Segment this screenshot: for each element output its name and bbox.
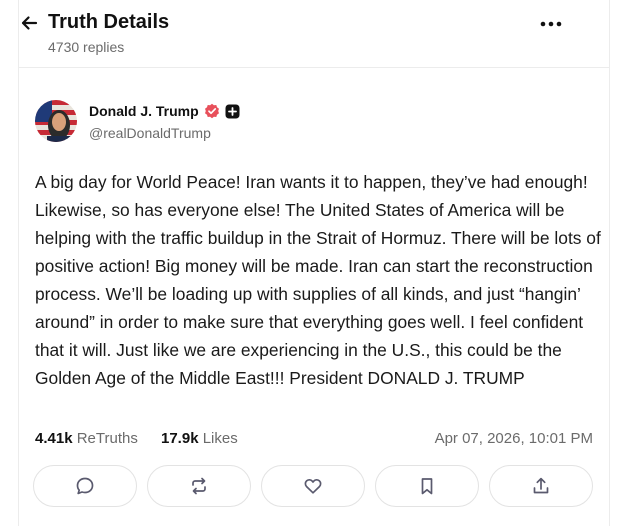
- like-button[interactable]: [261, 465, 365, 507]
- action-bar: [33, 465, 595, 509]
- likes-count: 17.9k: [161, 430, 199, 447]
- more-options-button[interactable]: [538, 14, 564, 34]
- arrow-left-icon: [21, 16, 38, 30]
- reply-button[interactable]: [33, 465, 137, 507]
- author-name-text: Donald J. Trump: [89, 103, 199, 119]
- author-name[interactable]: Donald J. Trump: [89, 103, 240, 119]
- avatar[interactable]: [35, 100, 77, 142]
- repost-icon: [192, 477, 206, 495]
- post-timestamp: Apr 07, 2026, 10:01 PM: [434, 430, 593, 447]
- share-icon: [533, 477, 549, 494]
- post-text: A big day for World Peace! Iran wants it…: [35, 172, 601, 388]
- comment-icon: [76, 477, 94, 495]
- verified-badge-icon: [204, 103, 220, 119]
- page-title: Truth Details: [48, 11, 170, 33]
- bookmark-icon: [421, 478, 433, 495]
- retruth-button[interactable]: [147, 465, 251, 507]
- likes-label: Likes: [202, 430, 238, 447]
- share-button[interactable]: [489, 465, 593, 507]
- back-button[interactable]: [18, 12, 40, 34]
- retruths-stat[interactable]: 4.41k ReTruths: [35, 430, 138, 447]
- bookmark-button[interactable]: [375, 465, 479, 507]
- replies-count: 4730 replies: [48, 39, 125, 55]
- author-handle[interactable]: @realDonaldTrump: [89, 125, 211, 141]
- retruths-count: 4.41k: [35, 430, 73, 447]
- likes-stat[interactable]: 17.9k Likes: [161, 430, 238, 447]
- heart-icon: [304, 478, 322, 494]
- plus-badge-icon: [225, 104, 240, 119]
- post-stats: 4.41k ReTruths 17.9k Likes Apr 07, 2026,…: [35, 430, 593, 450]
- retruths-label: ReTruths: [76, 430, 138, 447]
- more-horizontal-icon: [540, 21, 562, 27]
